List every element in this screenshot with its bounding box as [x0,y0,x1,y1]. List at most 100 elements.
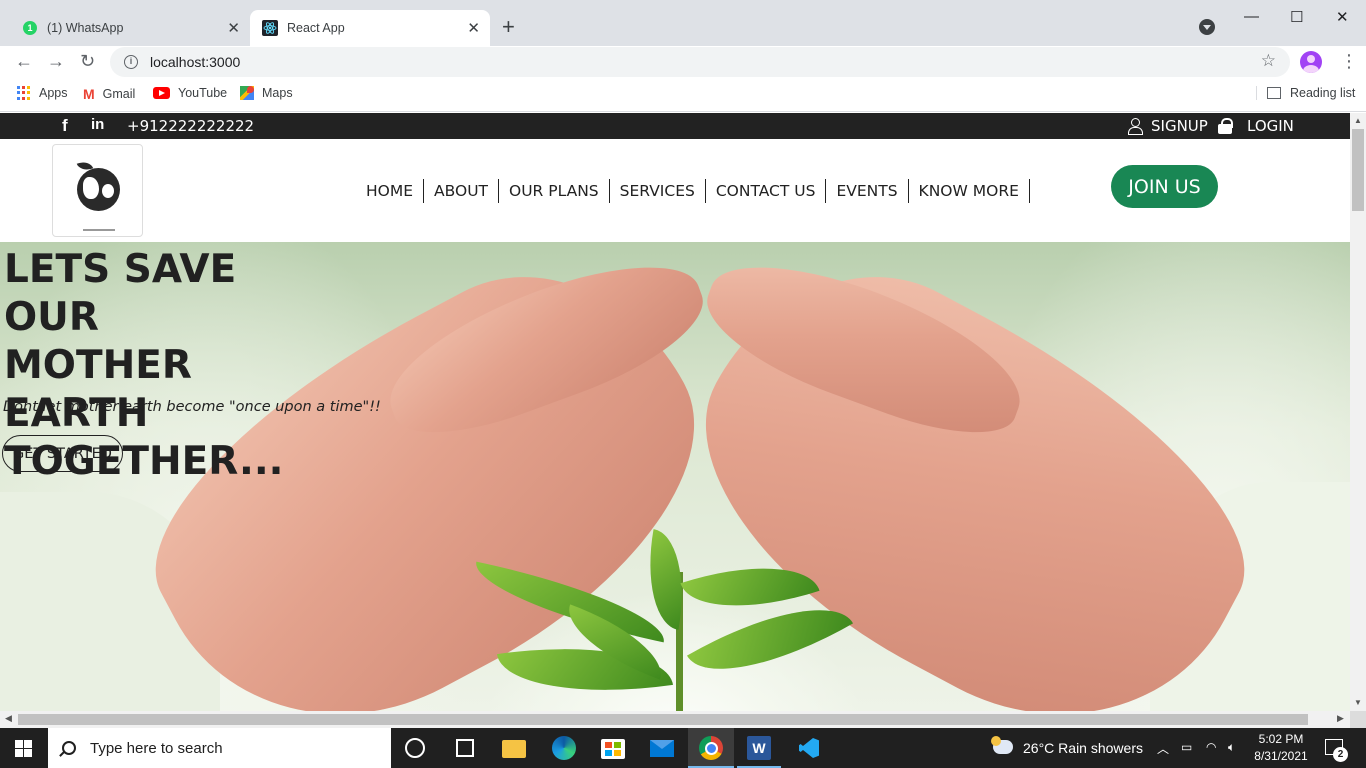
gmail-icon: M [83,86,95,102]
show-hidden-icons-icon[interactable]: ︿ [1157,740,1169,757]
nav-item-events[interactable]: EVENTS [826,179,909,203]
tab-whatsapp[interactable]: 1 (1) WhatsApp ✕ [8,10,250,46]
join-us-button[interactable]: JOIN US [1111,165,1218,208]
site-info-icon[interactable]: i [124,55,138,69]
tab-search-icon[interactable] [1199,19,1215,35]
profile-avatar[interactable] [1300,51,1322,73]
hero-subtitle: Dont let mother earth become "once upon … [3,399,381,415]
reading-list-icon [1267,87,1281,99]
clock-time: 5:02 PM [1258,732,1304,746]
close-tab-icon[interactable]: ✕ [467,19,480,37]
scroll-thumb[interactable] [1352,129,1364,211]
plant-leaf [637,529,695,630]
tab-title: (1) WhatsApp [47,21,124,35]
reading-list-label: Reading list [1290,86,1356,100]
nav-item-services[interactable]: SERVICES [610,179,706,203]
bookmark-label: Apps [39,86,68,100]
lock-icon [1218,118,1233,134]
taskbar-search[interactable]: Type here to search [48,728,391,768]
scroll-right-icon[interactable]: ▶ [1337,713,1344,724]
wifi-icon[interactable]: ◠ [1206,740,1216,754]
signup-label: SIGNUP [1151,117,1208,135]
bookmarks-bar: Apps M Gmail YouTube Maps Reading list [0,79,1366,112]
close-window-icon[interactable]: ✕ [1336,8,1349,26]
site-logo[interactable] [52,144,143,237]
menu-kebab-icon[interactable]: ⋮ [1340,51,1358,72]
notification-count-badge: 2 [1333,747,1348,762]
mail-icon[interactable] [650,740,674,757]
bookmark-gmail[interactable]: M Gmail [83,86,135,102]
bookmark-label: Maps [262,86,293,100]
chrome-icon[interactable] [699,736,723,760]
login-label: LOGIN [1247,117,1294,135]
top-contact-bar: f in +912222222222 SIGNUP LOGIN [0,113,1350,139]
weather-text[interactable]: 26°C Rain showers [1023,740,1143,756]
cortana-icon[interactable] [405,738,425,758]
facebook-icon[interactable]: f [62,116,68,136]
search-placeholder: Type here to search [90,739,223,757]
maximize-icon[interactable]: ☐ [1290,8,1303,26]
hero-section: LETS SAVE OUR MOTHER EARTH TOGETHER... D… [0,220,1350,711]
maps-icon [240,86,254,100]
bookmark-maps[interactable]: Maps [240,86,293,100]
nav-item-contact-us[interactable]: CONTACT US [706,179,827,203]
tab-title: React App [287,21,345,35]
edge-icon[interactable] [552,736,576,760]
login-link[interactable]: LOGIN [1218,117,1294,135]
volume-icon[interactable]: 🔈︎ [1228,740,1235,755]
bookmark-star-icon[interactable]: ☆ [1261,51,1276,71]
vscode-icon[interactable] [797,736,821,760]
signup-link[interactable]: SIGNUP [1128,117,1208,135]
scroll-thumb[interactable] [18,714,1308,725]
scroll-down-icon[interactable]: ▼ [1354,698,1362,707]
word-icon[interactable]: W [747,736,771,760]
store-icon[interactable] [601,739,625,759]
vertical-scrollbar[interactable]: ▲ ▼ [1350,113,1366,711]
tab-strip: 1 (1) WhatsApp ✕ React App ✕ + — ☐ ✕ [0,0,1366,46]
whatsapp-icon: 1 [22,20,38,36]
nav-item-know-more[interactable]: KNOW MORE [909,179,1030,203]
bookmark-label: Gmail [102,87,136,101]
nav-item-home[interactable]: HOME [356,179,425,203]
logo-divider [83,229,115,231]
back-icon[interactable]: ← [15,51,33,72]
tab-react-app[interactable]: React App ✕ [250,10,490,46]
close-tab-icon[interactable]: ✕ [227,19,240,37]
weather-icon[interactable] [991,736,1013,754]
task-view-icon[interactable] [453,736,477,760]
clock-date: 8/31/2021 [1254,749,1308,763]
reading-list-button[interactable]: Reading list [1256,86,1355,100]
scrollbar-corner [1350,711,1366,728]
file-explorer-icon[interactable] [502,740,526,758]
bookmark-youtube[interactable]: YouTube [153,86,227,100]
new-tab-button[interactable]: + [502,14,515,40]
react-icon [262,20,278,36]
scroll-up-icon[interactable]: ▲ [1354,116,1362,125]
start-button[interactable] [15,740,32,757]
scroll-left-icon[interactable]: ◀ [5,713,12,724]
user-icon [1128,118,1143,135]
minimize-icon[interactable]: — [1244,8,1259,25]
url-text: localhost:3000 [150,54,241,70]
clock[interactable]: 5:02 PM 8/31/2021 [1253,731,1309,765]
nav-menu: HOME ABOUT OUR PLANS SERVICES CONTACT US… [356,179,1030,203]
address-bar[interactable]: i localhost:3000 ☆ [110,47,1290,77]
windows-taskbar: Type here to search W 26°C Rain showers … [0,728,1366,768]
horizontal-scrollbar[interactable]: ◀ ▶ [0,711,1350,728]
bookmark-label: YouTube [178,86,228,100]
web-page: f in +912222222222 SIGNUP LOGIN HOME ABO… [0,113,1350,711]
search-icon [62,741,76,755]
linkedin-icon[interactable]: in [91,116,104,133]
phone-number: +912222222222 [127,117,255,135]
browser-toolbar: ← → ↻ i localhost:3000 ☆ ⋮ [0,46,1366,79]
forward-icon[interactable]: → [47,51,65,72]
nav-item-about[interactable]: ABOUT [424,179,500,203]
youtube-icon [153,87,170,99]
nav-item-our-plans[interactable]: OUR PLANS [499,179,610,203]
get-started-button[interactable]: GET STARTED [2,435,123,472]
battery-icon[interactable]: ▭ [1181,740,1192,754]
main-navbar: HOME ABOUT OUR PLANS SERVICES CONTACT US… [0,139,1350,242]
bookmark-apps[interactable]: Apps [17,86,68,100]
apps-grid-icon [17,86,31,100]
reload-icon[interactable]: ↻ [80,51,95,72]
